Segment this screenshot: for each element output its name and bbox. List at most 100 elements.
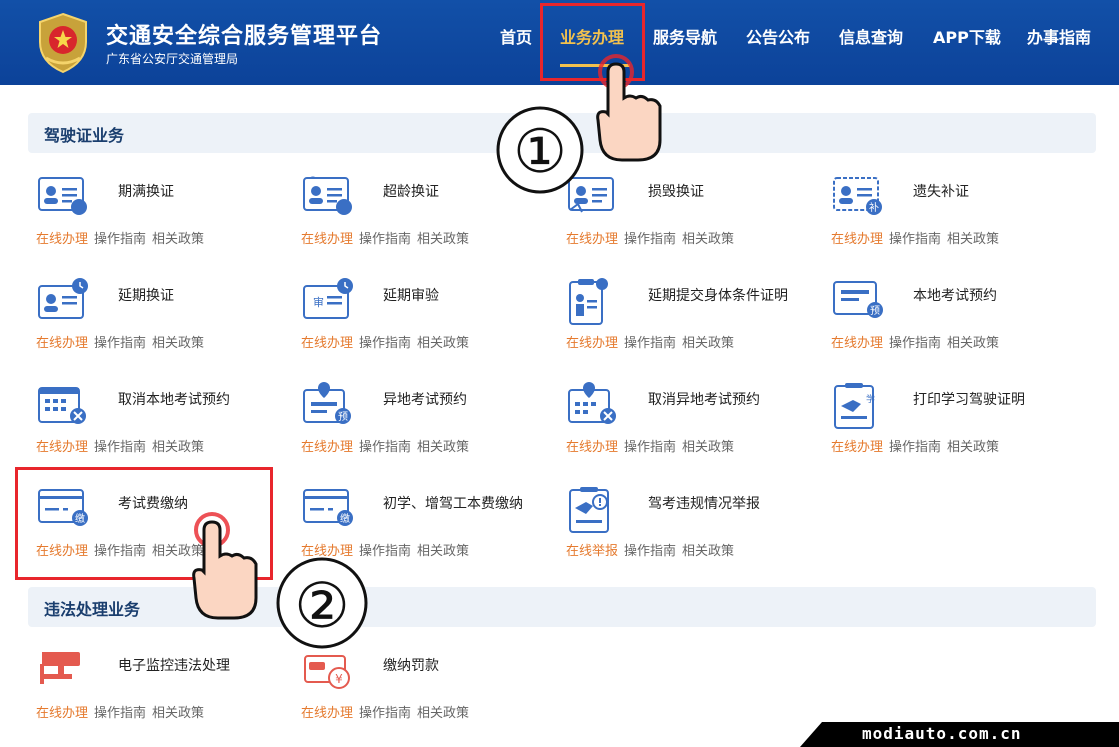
service-links: 在线办理 操作指南 相关政策: [36, 702, 210, 721]
guide-link[interactable]: 操作指南: [889, 232, 941, 247]
service-links: 在线举报 操作指南 相关政策: [566, 540, 740, 559]
service-links: 在线办理 操作指南 相关政策: [301, 228, 475, 247]
booking-card-icon: 预: [833, 281, 883, 318]
online-link[interactable]: 在线办理: [301, 336, 353, 351]
guide-link[interactable]: 操作指南: [889, 336, 941, 351]
service-lost-reissue[interactable]: 补 遗失补证 在线办理 操作指南 相关政策: [831, 174, 1081, 254]
online-link[interactable]: 在线办理: [831, 232, 883, 247]
online-link[interactable]: 在线办理: [301, 440, 353, 455]
step-number-text: ①: [513, 117, 567, 187]
nav-announcements[interactable]: 公告公布: [746, 24, 810, 48]
guide-link[interactable]: 操作指南: [889, 440, 941, 455]
calendar-cancel-icon: [38, 387, 86, 424]
policy-link[interactable]: 相关政策: [152, 336, 204, 351]
service-name: 打印学习驾驶证明: [913, 392, 1025, 408]
policy-link[interactable]: 相关政策: [152, 706, 204, 721]
online-link[interactable]: 在线办理: [36, 336, 88, 351]
online-link[interactable]: 在线办理: [566, 336, 618, 351]
guide-link[interactable]: 操作指南: [359, 706, 411, 721]
guide-link[interactable]: 操作指南: [94, 232, 146, 247]
online-link[interactable]: 在线办理: [566, 232, 618, 247]
guide-link[interactable]: 操作指南: [624, 544, 676, 559]
online-link[interactable]: 在线办理: [831, 440, 883, 455]
nav-app-download[interactable]: APP下载: [933, 24, 1001, 48]
online-link[interactable]: 在线办理: [36, 232, 88, 247]
service-name: 异地考试预约: [383, 392, 467, 408]
badge-bu: 补: [869, 201, 879, 214]
badge-shen: 审: [313, 295, 324, 309]
card-clock-icon: [38, 278, 88, 319]
step-number-text: ②: [294, 569, 350, 642]
service-links: 在线办理 操作指南 相关政策: [36, 228, 210, 247]
service-name: 本地考试预约: [913, 288, 997, 304]
online-link[interactable]: 在线办理: [566, 440, 618, 455]
nav-home[interactable]: 首页: [500, 24, 532, 48]
service-expiry-renewal[interactable]: 期满换证 在线办理 操作指南 相关政策: [36, 174, 286, 254]
online-link[interactable]: 在线办理: [301, 232, 353, 247]
service-links: 在线办理 操作指南 相关政策: [831, 332, 1005, 351]
service-links: 在线办理 操作指南 相关政策: [831, 228, 1005, 247]
guide-link[interactable]: 操作指南: [624, 232, 676, 247]
policy-link[interactable]: 相关政策: [682, 232, 734, 247]
online-link[interactable]: 在线办理: [301, 706, 353, 721]
service-remote-exam-booking[interactable]: 预 异地考试预约 在线办理 操作指南 相关政策: [301, 382, 551, 462]
policy-link[interactable]: 相关政策: [947, 336, 999, 351]
id-card-icon: [38, 177, 87, 215]
service-links: 在线办理 操作指南 相关政策: [301, 436, 475, 455]
service-cancel-local-booking[interactable]: 取消本地考试预约 在线办理 操作指南 相关政策: [36, 382, 286, 462]
service-deferred-renewal[interactable]: 延期换证 在线办理 操作指南 相关政策: [36, 278, 286, 358]
policy-link[interactable]: 相关政策: [152, 232, 204, 247]
online-link[interactable]: 在线办理: [831, 336, 883, 351]
service-print-learner-cert[interactable]: 学 打印学习驾驶证明 在线办理 操作指南 相关政策: [831, 382, 1081, 462]
guide-link[interactable]: 操作指南: [94, 336, 146, 351]
service-name: 缴纳罚款: [383, 658, 439, 674]
online-report-link[interactable]: 在线举报: [566, 544, 618, 559]
service-links: 在线办理 操作指南 相关政策: [831, 436, 1005, 455]
service-name: 期满换证: [118, 184, 174, 200]
calendar-location-cancel-icon: [568, 382, 616, 424]
guide-link[interactable]: 操作指南: [94, 706, 146, 721]
guide-link[interactable]: 操作指南: [359, 232, 411, 247]
section-title: 违法处理业务: [44, 600, 141, 619]
service-deferred-review[interactable]: 审 延期审验 在线办理 操作指南 相关政策: [301, 278, 551, 358]
location-booking-icon: 预: [303, 382, 351, 424]
guide-link[interactable]: 操作指南: [359, 440, 411, 455]
service-deferred-health-cert[interactable]: 延期提交身体条件证明 在线办理 操作指南 相关政策: [566, 278, 816, 358]
service-name: 初学、增驾工本费缴纳: [383, 496, 523, 512]
service-camera-violation[interactable]: 电子监控违法处理 在线办理 操作指南 相关政策: [36, 648, 286, 728]
policy-link[interactable]: 相关政策: [682, 544, 734, 559]
pointing-hand-icon: [596, 54, 662, 162]
policy-link[interactable]: 相关政策: [947, 232, 999, 247]
service-name: 延期换证: [118, 288, 174, 304]
nav-info-query[interactable]: 信息查询: [839, 24, 903, 48]
policy-link[interactable]: 相关政策: [417, 706, 469, 721]
policy-link[interactable]: 相关政策: [947, 440, 999, 455]
service-links: 在线办理 操作指南 相关政策: [566, 332, 740, 351]
service-name: 电子监控违法处理: [118, 658, 230, 674]
online-link[interactable]: 在线办理: [36, 706, 88, 721]
service-learner-fee-payment[interactable]: 缴 初学、增驾工本费缴纳 在线办理 操作指南 相关政策: [301, 486, 551, 566]
guide-link[interactable]: 操作指南: [624, 440, 676, 455]
online-link[interactable]: 在线办理: [36, 440, 88, 455]
guide-link[interactable]: 操作指南: [359, 336, 411, 351]
policy-link[interactable]: 相关政策: [417, 440, 469, 455]
nav-service-guide[interactable]: 服务导航: [653, 24, 717, 48]
service-cancel-remote-booking[interactable]: 取消异地考试预约 在线办理 操作指南 相关政策: [566, 382, 816, 462]
guide-link[interactable]: 操作指南: [94, 440, 146, 455]
guide-link[interactable]: 操作指南: [624, 336, 676, 351]
service-exam-violation-report[interactable]: 驾考违规情况举报 在线举报 操作指南 相关政策: [566, 486, 816, 566]
policy-link[interactable]: 相关政策: [417, 544, 469, 559]
service-local-exam-booking[interactable]: 预 本地考试预约 在线办理 操作指南 相关政策: [831, 278, 1081, 358]
policy-link[interactable]: 相关政策: [152, 440, 204, 455]
policy-link[interactable]: 相关政策: [682, 440, 734, 455]
service-pay-fines[interactable]: ¥ 缴纳罚款 在线办理 操作指南 相关政策: [301, 648, 551, 728]
svg-text:¥: ¥: [335, 672, 343, 686]
policy-link[interactable]: 相关政策: [682, 336, 734, 351]
policy-link[interactable]: 相关政策: [417, 336, 469, 351]
policy-link[interactable]: 相关政策: [417, 232, 469, 247]
service-name: 驾考违规情况举报: [648, 496, 760, 512]
service-name: 延期审验: [383, 288, 439, 304]
nav-guide[interactable]: 办事指南: [1027, 24, 1091, 48]
service-name: 取消异地考试预约: [648, 392, 760, 408]
annotation-step-2: ②: [276, 557, 368, 649]
